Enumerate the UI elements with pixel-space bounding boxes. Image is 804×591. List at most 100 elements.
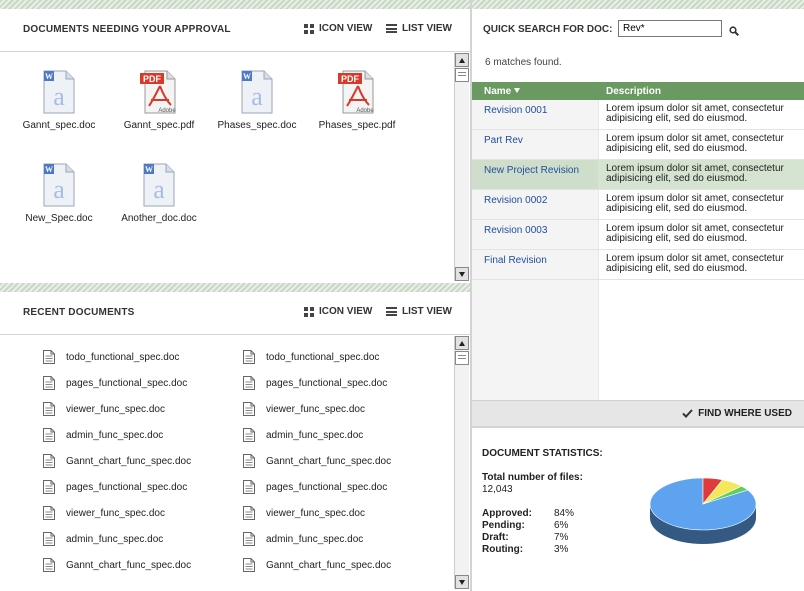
recent-file-item[interactable]: admin_func_spec.doc xyxy=(43,530,163,548)
result-name-link[interactable]: Part Rev xyxy=(484,135,523,146)
pdf-doc-icon: PDF Adobe xyxy=(338,70,374,114)
table-row[interactable]: Final Revision Lorem ipsum dolor sit amet… xyxy=(472,250,804,280)
results-table-header: Name Description xyxy=(472,82,804,100)
document-tile[interactable]: Wa New_Spec.doc xyxy=(9,163,109,224)
recent-file-item[interactable]: pages_functional_spec.doc xyxy=(243,374,387,392)
icon-view-label: ICON VIEW xyxy=(319,23,373,34)
table-row[interactable]: Revision 0002 Lorem ipsum dolor sit amet,… xyxy=(472,190,804,220)
word-doc-icon: Wa xyxy=(143,163,175,207)
svg-text:a: a xyxy=(53,175,65,204)
recent-file-item[interactable]: Gannt_chart_func_spec.doc xyxy=(43,556,191,574)
file-name: Gannt_chart_func_spec.doc xyxy=(66,559,192,571)
recent-file-item[interactable]: viewer_func_spec.doc xyxy=(43,400,165,418)
panel-stripe xyxy=(0,283,470,292)
status-row: Routing: 3% xyxy=(482,544,568,555)
approval-scrollbar[interactable] xyxy=(454,53,469,281)
result-name-link[interactable]: Revision 0002 xyxy=(484,195,547,206)
approval-header: Documents needing your approval ICON VIE… xyxy=(0,9,470,52)
statistics-title: DOCUMENT STATISTICS: xyxy=(482,448,603,459)
find-where-used-button[interactable]: FIND WHERE USED xyxy=(682,408,792,419)
recent-file-item[interactable]: viewer_func_spec.doc xyxy=(243,400,365,418)
checkmark-icon xyxy=(682,409,693,418)
document-tile[interactable]: PDF Adobe Gannt_spec.pdf xyxy=(109,70,209,131)
status-label: Approved: xyxy=(482,508,532,519)
recent-file-item[interactable]: viewer_func_spec.doc xyxy=(43,504,165,522)
document-tile[interactable]: Wa Another_doc.doc xyxy=(109,163,209,224)
description-column-header: Description xyxy=(606,86,662,97)
document-tile[interactable]: Wa Gannt_spec.doc xyxy=(9,70,109,131)
result-name-link[interactable]: Revision 0001 xyxy=(484,105,547,116)
file-name: viewer_func_spec.doc xyxy=(266,507,365,519)
scroll-up-arrow[interactable] xyxy=(455,53,469,67)
result-description: Lorem ipsum dolor sit amet, consectetur … xyxy=(606,223,784,244)
scroll-up-arrow[interactable] xyxy=(455,336,469,350)
recent-file-item[interactable]: admin_func_spec.doc xyxy=(243,426,363,444)
table-row[interactable]: Revision 0001 Lorem ipsum dolor sit amet,… xyxy=(472,100,804,130)
file-name: pages_functional_spec.doc xyxy=(266,377,388,389)
file-icon xyxy=(43,454,55,468)
document-tile[interactable]: PDF Adobe Phases_spec.pdf xyxy=(307,70,407,131)
file-name: admin_func_spec.doc xyxy=(266,533,364,545)
list-icon xyxy=(386,24,397,33)
recent-file-item[interactable]: pages_functional_spec.doc xyxy=(43,374,187,392)
document-tile[interactable]: Wa Phases_spec.doc xyxy=(207,70,307,131)
recent-file-item[interactable]: admin_func_spec.doc xyxy=(243,530,363,548)
file-icon xyxy=(243,506,255,520)
table-row[interactable]: Revision 0003 Lorem ipsum dolor sit amet,… xyxy=(472,220,804,250)
file-icon xyxy=(43,428,55,442)
document-name: Gannt_spec.pdf xyxy=(123,120,195,131)
find-where-used-bar: FIND WHERE USED xyxy=(472,400,804,426)
scroll-down-arrow[interactable] xyxy=(455,267,469,281)
recent-file-item[interactable]: viewer_func_spec.doc xyxy=(243,504,365,522)
svg-text:W: W xyxy=(45,165,53,174)
recent-scrollbar[interactable] xyxy=(454,336,469,589)
recent-icon-view-button[interactable]: ICON VIEW xyxy=(304,306,372,317)
status-value: 3% xyxy=(554,544,569,555)
file-icon xyxy=(243,350,255,364)
result-name-link[interactable]: Final Revision xyxy=(484,255,547,266)
table-row[interactable]: Part Rev Lorem ipsum dolor sit amet, cons… xyxy=(472,130,804,160)
result-name-link[interactable]: New Project Revision xyxy=(484,165,579,176)
recent-file-item[interactable]: admin_func_spec.doc xyxy=(43,426,163,444)
table-row[interactable]: New Project Revision Lorem ipsum dolor si… xyxy=(472,160,804,190)
icon-view-label: ICON VIEW xyxy=(319,306,373,317)
scroll-thumb[interactable] xyxy=(455,68,469,82)
total-files-value: 12,043 xyxy=(482,484,513,495)
quick-search-panel: QUICK SEARCH FOR DOC: 6 matches found. N… xyxy=(472,0,804,426)
recent-documents-panel: Recent documents ICON VIEW LIST VIEW tod… xyxy=(0,283,470,591)
panel-stripe xyxy=(472,0,804,9)
scroll-down-arrow[interactable] xyxy=(455,575,469,589)
svg-text:a: a xyxy=(53,82,65,111)
status-value: 6% xyxy=(554,520,569,531)
recent-file-item[interactable]: Gannt_chart_func_spec.doc xyxy=(43,452,191,470)
approval-list-view-button[interactable]: LIST VIEW xyxy=(386,23,452,34)
search-label: QUICK SEARCH FOR DOC: xyxy=(483,24,613,35)
search-input[interactable] xyxy=(618,20,722,37)
search-icon[interactable] xyxy=(729,23,740,41)
pdf-doc-icon: PDF Adobe xyxy=(140,70,176,114)
recent-list-view-button[interactable]: LIST VIEW xyxy=(386,306,452,317)
recent-file-item[interactable]: Gannt_chart_func_spec.doc xyxy=(243,556,391,574)
document-statistics-panel: DOCUMENT STATISTICS: Total number of fil… xyxy=(472,428,804,591)
file-name: Gannt_chart_func_spec.doc xyxy=(66,455,192,467)
file-icon xyxy=(243,428,255,442)
name-column-header[interactable]: Name xyxy=(484,86,521,97)
svg-text:W: W xyxy=(145,165,153,174)
document-name: Gannt_spec.doc xyxy=(22,120,96,131)
svg-text:Adobe: Adobe xyxy=(356,108,374,114)
recent-file-item[interactable]: pages_functional_spec.doc xyxy=(43,478,187,496)
recent-file-item[interactable]: todo_functional_spec.doc xyxy=(43,348,179,366)
list-icon xyxy=(386,307,397,316)
approval-icon-view-button[interactable]: ICON VIEW xyxy=(304,23,372,34)
recent-file-item[interactable]: pages_functional_spec.doc xyxy=(243,478,387,496)
recent-file-item[interactable]: todo_functional_spec.doc xyxy=(243,348,379,366)
file-icon xyxy=(43,480,55,494)
file-name: admin_func_spec.doc xyxy=(266,429,364,441)
file-name: pages_functional_spec.doc xyxy=(66,377,188,389)
scroll-thumb[interactable] xyxy=(455,351,469,365)
file-icon xyxy=(243,532,255,546)
result-name-link[interactable]: Revision 0003 xyxy=(484,225,547,236)
word-doc-icon: Wa xyxy=(241,70,273,114)
recent-file-item[interactable]: Gannt_chart_func_spec.doc xyxy=(243,452,391,470)
document-name: Another_doc.doc xyxy=(121,213,197,224)
